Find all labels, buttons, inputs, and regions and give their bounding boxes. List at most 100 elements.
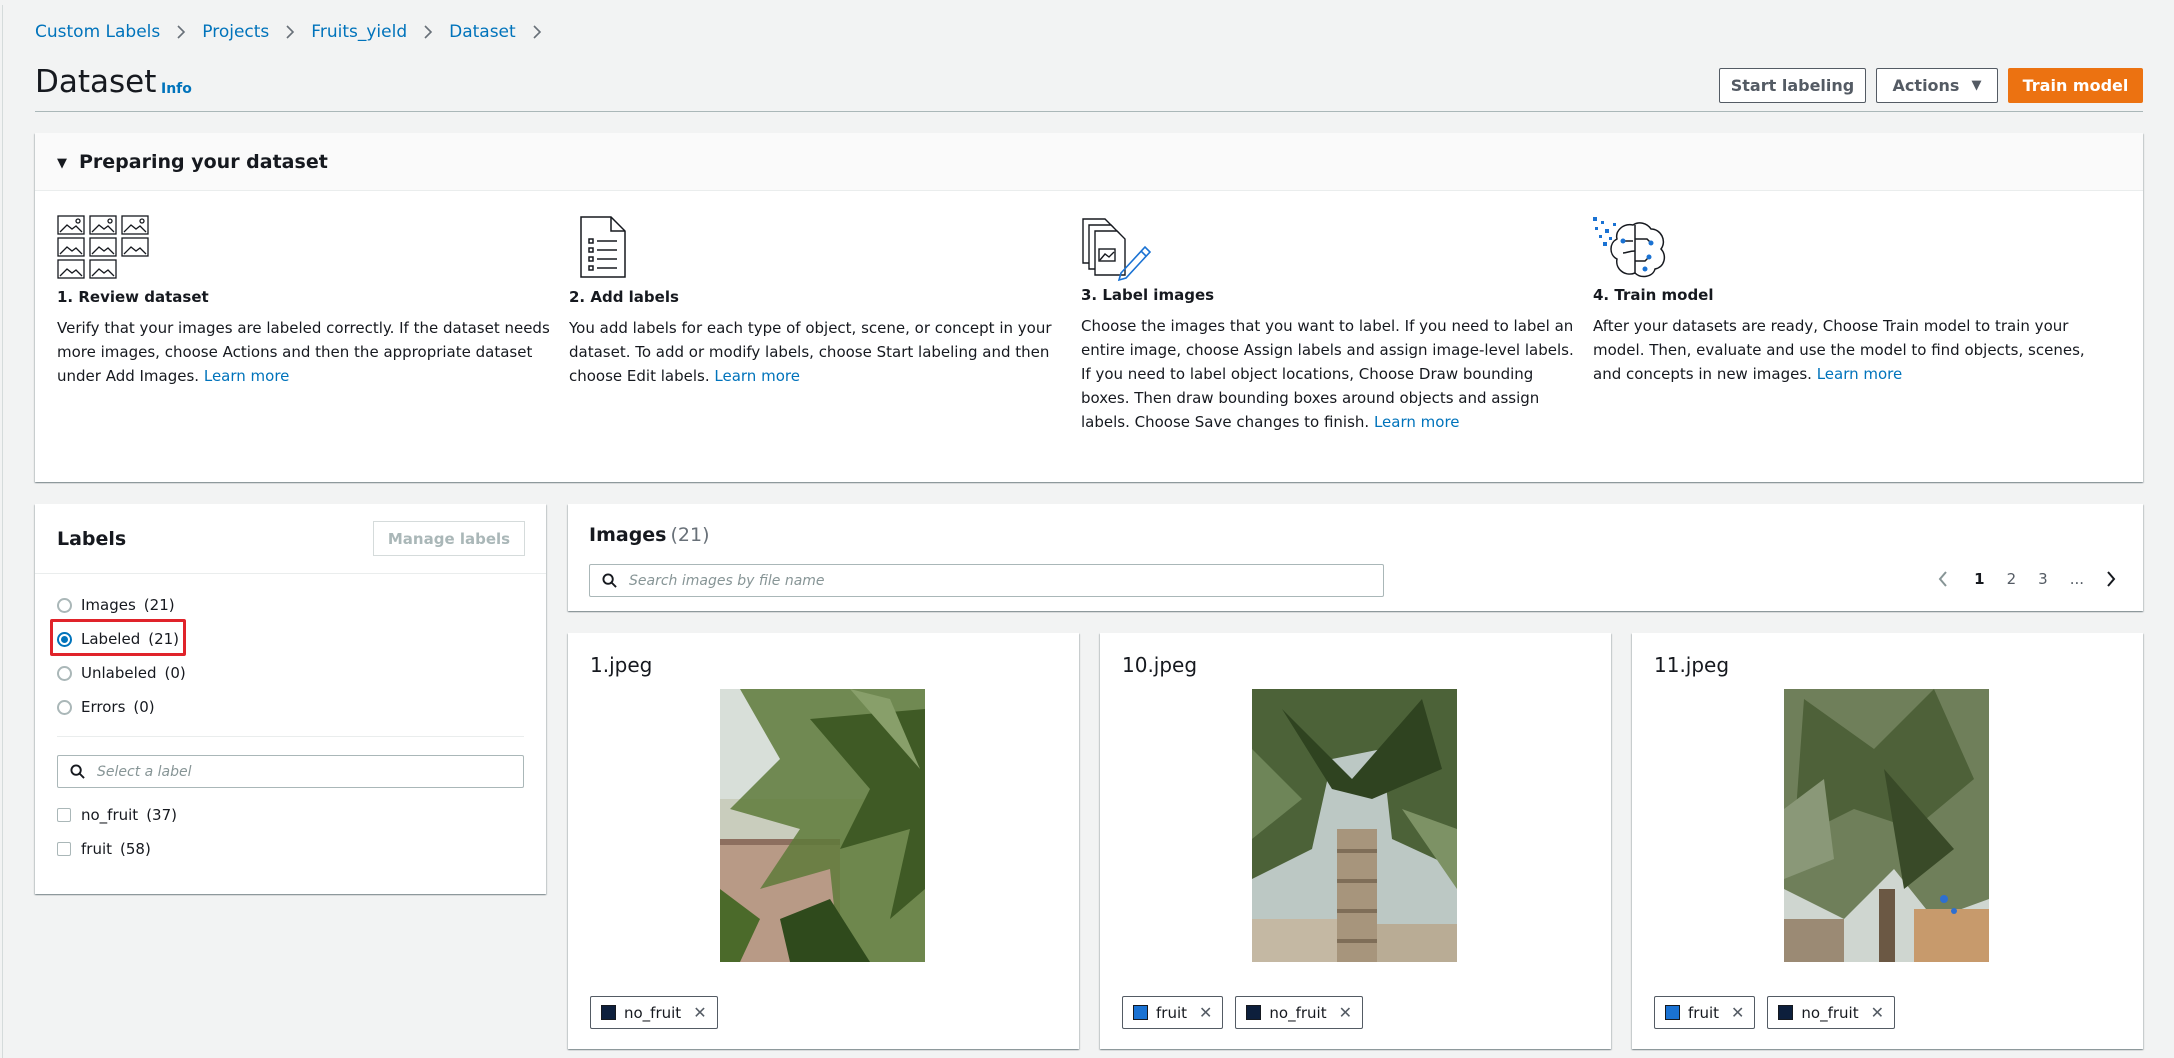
step-text: You add labels for each type of object, … — [569, 319, 1052, 385]
radio-button[interactable] — [57, 597, 72, 613]
tag-label: no_fruit — [624, 1003, 682, 1022]
learn-more-link[interactable]: Learn more — [1374, 413, 1460, 431]
header-divider — [35, 111, 2143, 112]
label-name: fruit — [81, 840, 113, 858]
brain-circuit-icon — [1593, 217, 2093, 281]
train-model-label: Train model — [2022, 76, 2129, 95]
label-count: (37) — [146, 806, 177, 824]
label-pencil-icon — [1081, 217, 1581, 282]
learn-more-link[interactable]: Learn more — [1817, 365, 1903, 383]
image-filename: 11.jpeg — [1654, 653, 1730, 677]
close-icon[interactable]: ✕ — [1339, 1003, 1352, 1022]
tag-no-fruit[interactable]: no_fruit ✕ — [1767, 996, 1896, 1029]
step-title: 2. Add labels — [569, 288, 679, 306]
filter-errors[interactable]: Errors (0) — [57, 698, 155, 716]
train-model-button[interactable]: Train model — [2008, 68, 2143, 103]
close-icon[interactable]: ✕ — [693, 1003, 706, 1022]
labels-panel-title: Labels — [57, 527, 127, 550]
label-item-fruit[interactable]: fruit (58) — [57, 840, 151, 858]
caret-down-icon: ▼ — [1971, 78, 1982, 93]
learn-more-link[interactable]: Learn more — [204, 367, 290, 385]
actions-label: Actions — [1892, 76, 1960, 95]
close-icon[interactable]: ✕ — [1871, 1003, 1884, 1022]
image-card[interactable]: 11.jpeg fruit ✕ no_fruit ✕ — [1632, 633, 2143, 1049]
radio-button[interactable] — [57, 699, 72, 715]
manage-labels-button[interactable]: Manage labels — [373, 521, 525, 556]
label-item-no-fruit[interactable]: no_fruit (37) — [57, 806, 177, 824]
step-train-model: 4. Train model After your datasets are r… — [1593, 217, 2093, 386]
breadcrumb-fruits-yield[interactable]: Fruits_yield — [311, 22, 407, 42]
tag-label: fruit — [1156, 1003, 1188, 1022]
tag-list: no_fruit ✕ — [590, 996, 730, 1029]
image-thumbnail[interactable] — [720, 689, 925, 962]
filter-unlabeled[interactable]: Unlabeled (0) — [57, 664, 186, 682]
label-search-input[interactable]: Select a label — [57, 755, 524, 788]
image-card[interactable]: 10.jpeg fruit ✕ no_fruit ✕ — [1100, 633, 1611, 1049]
pagination: 1 2 3 ... — [1937, 569, 2117, 589]
label-color-swatch — [601, 1005, 616, 1020]
image-grid-icon — [57, 215, 557, 283]
info-link[interactable]: Info — [161, 81, 192, 97]
tag-no-fruit[interactable]: no_fruit ✕ — [590, 996, 718, 1029]
tag-fruit[interactable]: fruit ✕ — [1122, 996, 1224, 1029]
tag-label: fruit — [1688, 1003, 1720, 1022]
step-text: Verify that your images are labeled corr… — [57, 319, 550, 385]
filter-label: Unlabeled — [81, 664, 157, 682]
chevron-right-icon — [174, 23, 188, 41]
chevron-right-icon — [421, 23, 435, 41]
step-title: 3. Label images — [1081, 286, 1215, 304]
breadcrumb-custom-labels[interactable]: Custom Labels — [35, 22, 160, 42]
preparing-dataset-toggle[interactable]: ▼ Preparing your dataset — [35, 133, 2143, 191]
images-panel-title: Images (21) — [589, 524, 710, 546]
tag-label: no_fruit — [1269, 1003, 1327, 1022]
page-title: Dataset — [35, 64, 157, 100]
actions-dropdown-button[interactable]: Actions ▼ — [1876, 68, 1998, 103]
label-color-swatch — [1133, 1005, 1148, 1020]
page-1[interactable]: 1 — [1974, 570, 1984, 588]
search-icon — [602, 573, 617, 588]
chevron-right-icon[interactable] — [2105, 569, 2117, 589]
learn-more-link[interactable]: Learn more — [714, 367, 800, 385]
labels-panel-header: Labels Manage labels — [35, 504, 546, 574]
filter-label: Images — [81, 596, 136, 614]
tag-fruit[interactable]: fruit ✕ — [1654, 996, 1756, 1029]
checkbox[interactable] — [57, 842, 71, 856]
filter-count: (0) — [133, 698, 155, 716]
label-search-placeholder: Select a label — [97, 763, 192, 780]
divider — [57, 736, 524, 737]
close-icon[interactable]: ✕ — [1199, 1003, 1212, 1022]
radio-button[interactable] — [57, 665, 72, 681]
step-text: After your datasets are ready, Choose Tr… — [1593, 317, 2085, 383]
images-panel: Images (21) Search images by file name 1 … — [568, 504, 2143, 611]
image-search-input[interactable]: Search images by file name — [589, 564, 1384, 597]
label-color-swatch — [1246, 1005, 1262, 1020]
filter-count: (0) — [164, 664, 186, 682]
image-card[interactable]: 1.jpeg no_fruit ✕ — [568, 633, 1079, 1049]
image-thumbnail[interactable] — [1252, 689, 1457, 962]
breadcrumb: Custom Labels Projects Fruits_yield Data… — [35, 22, 558, 42]
search-icon — [70, 764, 85, 779]
preparing-dataset-panel: ▼ Preparing your dataset 1. Review datas… — [35, 133, 2143, 482]
page-3[interactable]: 3 — [2038, 570, 2048, 588]
step-label-images: 3. Label images Choose the images that y… — [1081, 217, 1581, 434]
breadcrumb-projects[interactable]: Projects — [202, 22, 269, 42]
label-color-swatch — [1778, 1005, 1794, 1020]
close-icon[interactable]: ✕ — [1731, 1003, 1744, 1022]
document-list-icon — [569, 215, 1069, 283]
tag-label: no_fruit — [1801, 1003, 1859, 1022]
start-labeling-button[interactable]: Start labeling — [1719, 68, 1866, 103]
start-labeling-label: Start labeling — [1730, 76, 1855, 95]
preparing-dataset-title: Preparing your dataset — [79, 150, 328, 173]
tag-no-fruit[interactable]: no_fruit ✕ — [1235, 996, 1364, 1029]
chevron-right-icon — [283, 23, 297, 41]
filter-images[interactable]: Images (21) — [57, 596, 175, 614]
image-thumbnail[interactable] — [1784, 689, 1989, 962]
breadcrumb-dataset[interactable]: Dataset — [449, 22, 516, 42]
checkbox[interactable] — [57, 808, 71, 822]
step-title: 4. Train model — [1593, 286, 1714, 304]
chevron-left-icon[interactable] — [1937, 569, 1949, 589]
labels-panel: Labels Manage labels Images (21) Labeled… — [35, 504, 546, 894]
tag-list: fruit ✕ no_fruit ✕ — [1654, 996, 1907, 1029]
step-add-labels: 2. Add labels You add labels for each ty… — [569, 215, 1069, 388]
page-2[interactable]: 2 — [2007, 570, 2017, 588]
